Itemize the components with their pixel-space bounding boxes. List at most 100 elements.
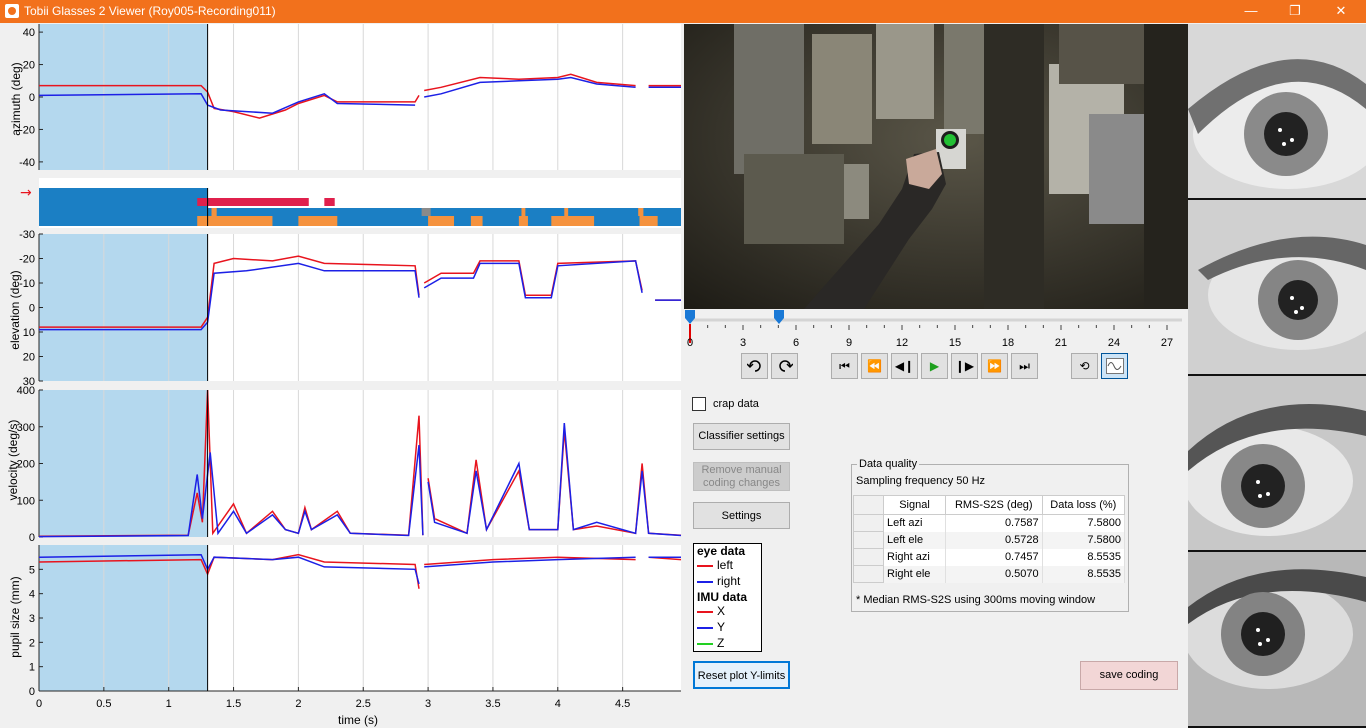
azimuth-ylabel: azimuth (deg) [9,62,23,136]
data-quality-footnote: * Median RMS-S2S using 300ms moving wind… [856,594,1096,606]
scrubber-end-handle[interactable] [774,310,784,324]
legend-x-swatch [697,611,713,613]
table-corner [853,495,884,515]
legend-imu-heading: IMU data [697,590,748,604]
legend-right: right [694,574,761,590]
elevation-selection-shade [39,234,208,381]
eye-camera-panel [1188,24,1366,728]
crap-data-checkbox[interactable] [692,397,706,411]
data-quality-caption: Data quality [857,458,920,470]
remove-manual-line2: coding changes [702,477,781,489]
reset-plot-ylimits-button[interactable]: Reset plot Y-limits [693,661,790,689]
cell-signal: Left ele [883,531,946,549]
legend-y-swatch [697,627,713,629]
close-button[interactable]: ✕ [1318,0,1364,23]
signal-toggle-button[interactable] [1101,353,1128,379]
plot-legend: eye data left right IMU data X Y Z [693,543,762,652]
legend-x-label: X [717,604,726,618]
class-block [197,198,309,206]
redo-icon [778,360,794,372]
fast-forward-icon: ⏩ [987,359,1002,373]
remove-manual-changes-button[interactable]: Remove manual coding changes [693,462,790,491]
legend-y: Y [694,620,761,636]
class-block [564,208,569,216]
scrubber-start-handle[interactable] [685,310,695,324]
class-block [428,216,455,226]
pupil-ytick-label: 1 [29,662,35,674]
velocity-ylabel: velocity (deg/s) [6,419,20,501]
first-frame-button[interactable]: ⏮ [831,353,858,379]
time-xtick-label: 0.5 [96,698,111,710]
step-back-button[interactable]: ◀❙ [891,353,918,379]
elevation-ytick-label: 0 [29,303,35,315]
elevation-ytick-label: 10 [23,327,35,339]
table-row: Left azi 0.7587 7.5800 [853,514,1126,532]
minimize-button[interactable]: — [1228,0,1274,23]
time-xtick-label: 0 [36,698,42,710]
legend-z-label: Z [717,636,725,650]
settings-button[interactable]: Settings [693,502,790,529]
scrubber-tick-label: 15 [948,337,962,349]
legend-left-label: left [717,558,734,572]
eye-image-4 [1188,552,1366,726]
signal-icon [1105,358,1124,374]
last-frame-button[interactable]: ⏭ [1011,353,1038,379]
class-block [639,216,658,226]
pupil-selection-shade [39,545,208,691]
step-forward-button[interactable]: ❙▶ [951,353,978,379]
legend-eye-heading: eye data [697,544,746,558]
row-header [853,565,884,583]
plot-panel: 40 20 0 -20 -40 -30 -20 -10 0 10 20 30 400 300 200 100 0… [0,23,684,728]
skip-end-icon: ⏭ [1019,359,1030,373]
table-row: Right ele 0.5070 8.5535 [853,565,1126,583]
undo-button[interactable] [741,353,768,379]
time-xtick-label: 4.5 [615,698,630,710]
legend-z: Z [694,636,761,652]
cell-rms: 0.5728 [945,531,1043,549]
eye-image-2 [1188,200,1366,374]
legend-z-swatch [697,643,713,645]
scrubber-tick-label: 6 [792,337,800,349]
class-block [298,216,338,226]
classifier-settings-button[interactable]: Classifier settings [693,423,790,450]
redo-button[interactable] [771,353,798,379]
title-bar: Tobii Glasses 2 Viewer (Roy005-Recording… [0,0,1366,23]
signal-plots[interactable]: 40200-20-40-30-20-1001020304003002001000… [0,23,684,728]
save-coding-button[interactable]: save coding [1080,661,1178,690]
eye-image-3 [1188,376,1366,550]
class-block [421,208,431,216]
time-xtick-label: 1 [166,698,172,710]
cell-rms: 0.5070 [945,565,1043,583]
time-xtick-label: 2 [295,698,301,710]
remove-manual-line1: Remove manual [701,464,782,476]
row-header [853,514,884,532]
loop-button[interactable]: ⟲ [1071,353,1098,379]
fast-forward-button[interactable]: ⏩ [981,353,1008,379]
time-xtick-label: 3 [425,698,431,710]
row-header [853,548,884,566]
table-row: Right azi 0.7457 8.5535 [853,548,1126,566]
sampling-frequency: Sampling frequency 50 Hz [856,475,986,487]
maximize-button[interactable]: ❐ [1272,0,1318,23]
scene-video[interactable] [684,24,1188,309]
class-block [39,188,208,226]
azimuth-ytick-label: 0 [29,92,35,104]
class-block [638,208,644,216]
pupil-ytick-label: 5 [29,564,35,576]
scrubber-tick-label: 18 [1001,337,1015,349]
elevation-ytick-label: -30 [19,229,35,241]
cell-signal: Right ele [883,565,946,583]
scrubber-tick-label: 0 [686,337,694,349]
data-quality-panel: Data quality Sampling frequency 50 Hz Si… [851,458,1129,612]
time-xlabel: time (s) [338,713,378,727]
app-icon [5,4,19,18]
col-signal: Signal [883,495,946,515]
velocity-ytick-label: 0 [29,532,35,544]
play-button[interactable]: ▶ [921,353,948,379]
class-block [197,216,273,226]
data-quality-table: Signal RMS-S2S (deg) Data loss (%) Left … [853,495,1126,583]
legend-left-swatch [697,565,713,567]
time-xtick-label: 3.5 [485,698,500,710]
rewind-button[interactable]: ⏪ [861,353,888,379]
time-xtick-label: 4 [555,698,561,710]
